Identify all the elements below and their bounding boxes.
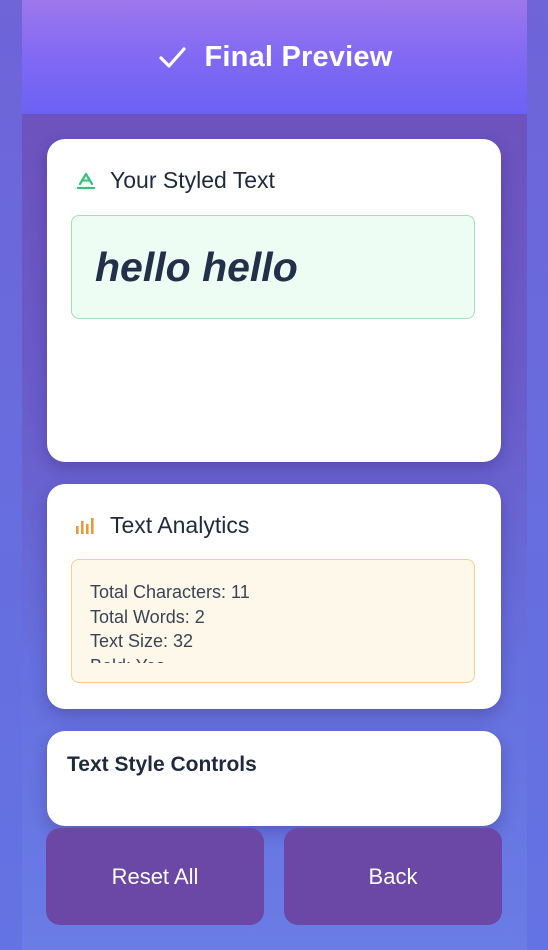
app-screen: Final Preview Your Styled Text hello hel…	[22, 0, 527, 950]
text-analytics-card-header: Text Analytics	[74, 512, 249, 539]
styled-text-output: hello hello	[95, 243, 298, 290]
styled-text-preview: hello hello	[71, 215, 475, 319]
stat-bold: Bold: Yes	[90, 654, 456, 664]
left-gutter	[0, 0, 22, 950]
text-style-controls-heading: Text Style Controls	[67, 753, 257, 776]
text-style-controls-card: Text Style Controls	[47, 731, 501, 826]
styled-text-card: Your Styled Text hello hello	[47, 139, 501, 462]
back-button[interactable]: Back	[284, 828, 502, 925]
stat-total-words: Total Words: 2	[90, 606, 205, 627]
page-title: Final Preview	[204, 40, 393, 73]
text-analytics-card: Text Analytics Total Characters: 11 Tota…	[47, 484, 501, 709]
styled-text-card-header: Your Styled Text	[74, 167, 275, 194]
reset-all-button[interactable]: Reset All	[46, 828, 264, 925]
text-style-icon	[76, 172, 96, 189]
stat-total-characters: Total Characters: 11	[90, 582, 250, 602]
styled-text-heading: Your Styled Text	[110, 167, 275, 193]
check-icon	[158, 47, 186, 68]
bar-chart-icon	[76, 517, 94, 534]
stat-text-size: Text Size: 32	[90, 631, 194, 651]
text-analytics-heading: Text Analytics	[110, 512, 250, 538]
analytics-stats-box[interactable]: Total Characters: 11 Total Words: 2 Text…	[71, 559, 475, 683]
analytics-stats-scroll[interactable]: Total Characters: 11 Total Words: 2 Text…	[90, 580, 456, 663]
header-bar: Final Preview	[22, 0, 527, 114]
right-gutter	[526, 0, 548, 950]
